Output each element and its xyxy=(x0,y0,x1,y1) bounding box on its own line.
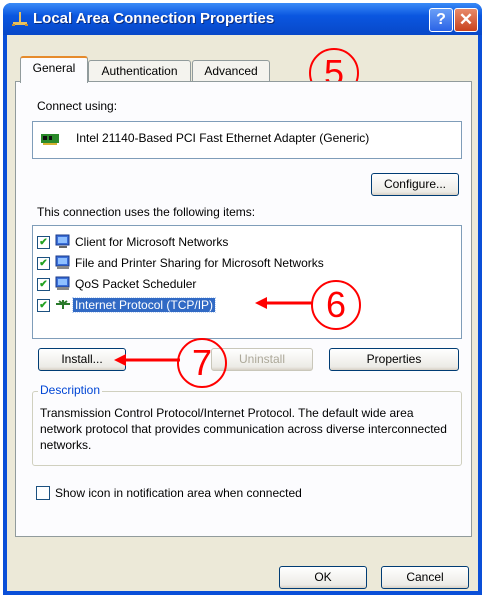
item-label: File and Printer Sharing for Microsoft N… xyxy=(75,256,324,270)
tab-authentication-label: Authentication xyxy=(101,64,178,78)
window-title: Local Area Connection Properties xyxy=(33,10,275,27)
help-button[interactable]: ? xyxy=(429,8,453,32)
properties-button[interactable]: Properties xyxy=(329,348,459,371)
tab-general-label: General xyxy=(32,61,76,75)
callout-arrow-7 xyxy=(114,354,180,366)
callout-7: 7 xyxy=(177,338,227,388)
close-button[interactable]: ✕ xyxy=(454,8,478,32)
list-item[interactable]: ✔ Client for Microsoft Networks xyxy=(33,232,453,252)
list-item-selected[interactable]: ✔ Internet Protocol (TCP/IP) xyxy=(33,295,453,315)
items-listbox[interactable]: ✔ Client for Microsoft Networks ✔ File a… xyxy=(32,225,462,339)
protocol-icon xyxy=(56,300,70,309)
adapter-name: Intel 21140-Based PCI Fast Ethernet Adap… xyxy=(76,131,370,145)
callout-6: 6 xyxy=(311,280,361,330)
uninstall-button-label: Uninstall xyxy=(238,352,286,366)
install-button-label: Install... xyxy=(61,352,103,366)
ok-button-label: OK xyxy=(314,570,332,584)
item-label: QoS Packet Scheduler xyxy=(75,277,197,291)
ok-button[interactable]: OK xyxy=(279,566,367,589)
item-label: Client for Microsoft Networks xyxy=(75,235,229,249)
properties-button-label: Properties xyxy=(366,352,422,366)
description-text: Transmission Control Protocol/Internet P… xyxy=(40,406,447,452)
configure-button-label: Configure... xyxy=(383,177,447,191)
callout-arrow-6 xyxy=(255,297,313,309)
configure-button[interactable]: Configure... xyxy=(371,173,459,196)
cancel-button[interactable]: Cancel xyxy=(381,566,469,589)
network-client-icon xyxy=(55,234,70,248)
cancel-button-label: Cancel xyxy=(406,570,444,584)
network-connection-icon xyxy=(12,12,28,26)
tab-advanced[interactable]: Advanced xyxy=(192,60,270,83)
file-sharing-icon xyxy=(55,255,70,269)
list-item[interactable]: ✔ File and Printer Sharing for Microsoft… xyxy=(33,253,453,273)
qos-icon xyxy=(55,276,70,290)
item-checkbox[interactable]: ✔ xyxy=(37,299,50,312)
description-legend: Description xyxy=(38,383,103,397)
adapter-box: Intel 21140-Based PCI Fast Ethernet Adap… xyxy=(32,121,462,159)
item-checkbox[interactable]: ✔ xyxy=(37,257,50,270)
items-label: This connection uses the following items… xyxy=(37,205,256,219)
notify-label: Show icon in notification area when conn… xyxy=(55,486,302,500)
network-adapter-icon xyxy=(41,134,59,145)
install-button[interactable]: Install... xyxy=(38,348,126,371)
tab-advanced-label: Advanced xyxy=(204,64,258,78)
tab-general[interactable]: General xyxy=(20,56,88,83)
item-checkbox[interactable]: ✔ xyxy=(37,278,50,291)
connect-using-label: Connect using: xyxy=(37,99,118,113)
tab-authentication[interactable]: Authentication xyxy=(88,60,191,83)
title-bar[interactable]: Local Area Connection Properties ? ✕ xyxy=(3,3,482,35)
item-label: Internet Protocol (TCP/IP) xyxy=(71,297,217,313)
notify-checkbox[interactable] xyxy=(36,486,50,500)
item-checkbox[interactable]: ✔ xyxy=(37,236,50,249)
list-item[interactable]: ✔ QoS Packet Scheduler xyxy=(33,274,453,294)
